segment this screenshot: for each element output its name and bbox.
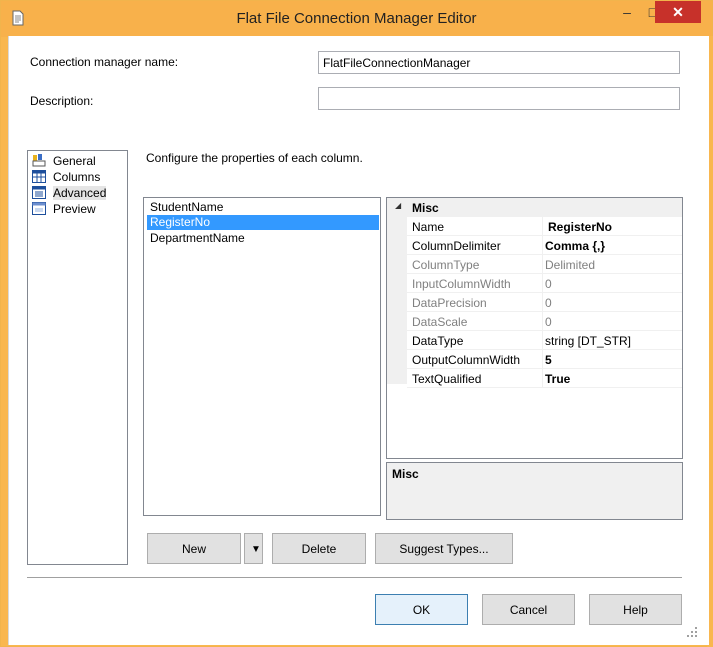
property-value[interactable]: True xyxy=(545,372,570,386)
collapse-arrow-icon[interactable]: ◢ xyxy=(395,201,401,210)
columns-icon xyxy=(32,170,46,183)
property-name: DataPrecision xyxy=(412,296,487,310)
property-value: 0 xyxy=(545,315,552,329)
property-row-column-type[interactable]: ColumnType Delimited xyxy=(407,255,682,274)
nav-item-label: Columns xyxy=(53,170,101,184)
grid-divider xyxy=(542,369,543,387)
new-dropdown-button[interactable]: ▼ xyxy=(244,533,263,564)
category-header[interactable]: ◢ Misc xyxy=(387,198,682,217)
preview-icon xyxy=(32,202,46,215)
property-row-data-precision[interactable]: DataPrecision 0 xyxy=(407,293,682,312)
property-grid: ◢ Misc Name RegisterNo ColumnDelimiter C… xyxy=(386,197,683,459)
general-icon xyxy=(32,154,46,167)
list-item[interactable]: StudentName xyxy=(147,200,379,215)
grid-divider xyxy=(542,236,543,254)
property-name: ColumnDelimiter xyxy=(412,239,501,253)
property-value: 0 xyxy=(545,296,552,310)
property-value[interactable]: Comma {,} xyxy=(545,239,605,253)
property-name: Name xyxy=(412,220,445,234)
grid-margin xyxy=(387,198,407,384)
property-name: ColumnType xyxy=(412,258,480,272)
grid-divider xyxy=(542,312,543,330)
resize-grip-icon[interactable] xyxy=(686,626,698,638)
column-list[interactable]: StudentName RegisterNo DepartmentName xyxy=(143,197,381,516)
grid-divider xyxy=(542,293,543,311)
nav-item-label: General xyxy=(53,154,96,168)
advanced-icon xyxy=(32,186,46,199)
property-row-input-column-width[interactable]: InputColumnWidth 0 xyxy=(407,274,682,293)
property-value[interactable]: string [DT_STR] xyxy=(545,334,631,348)
property-name: TextQualified xyxy=(412,372,482,386)
help-button[interactable]: Help xyxy=(589,594,682,625)
grid-divider xyxy=(542,217,543,235)
page-nav: General Columns Advanced Preview xyxy=(27,150,128,565)
property-name: OutputColumnWidth xyxy=(412,353,521,367)
suggest-types-button[interactable]: Suggest Types... xyxy=(375,533,513,564)
property-description-panel: Misc xyxy=(386,462,683,520)
cancel-button[interactable]: Cancel xyxy=(482,594,575,625)
description-label: Description: xyxy=(30,94,94,108)
property-name: InputColumnWidth xyxy=(412,277,511,291)
nav-item-label: Advanced xyxy=(53,186,107,200)
grid-divider xyxy=(542,350,543,368)
close-button[interactable]: ✕ xyxy=(655,1,701,23)
divider xyxy=(27,577,682,578)
connection-name-label: Connection manager name: xyxy=(30,55,179,69)
description-input[interactable] xyxy=(318,87,680,110)
connection-name-input[interactable] xyxy=(318,51,680,74)
property-row-data-scale[interactable]: DataScale 0 xyxy=(407,312,682,331)
window-title: Flat File Connection Manager Editor xyxy=(236,10,477,27)
property-name: DataScale xyxy=(412,315,468,329)
ok-button[interactable]: OK xyxy=(375,594,468,625)
property-value[interactable]: 5 xyxy=(545,353,552,367)
property-row-column-delimiter[interactable]: ColumnDelimiter Comma {,} xyxy=(407,236,682,255)
property-row-data-type[interactable]: DataType string [DT_STR] xyxy=(407,331,682,350)
grid-divider xyxy=(542,274,543,292)
property-value: Delimited xyxy=(545,258,596,272)
new-button[interactable]: New xyxy=(147,533,241,564)
property-row-text-qualified[interactable]: TextQualified True xyxy=(407,369,682,388)
title-bar[interactable]: Flat File Connection Manager Editor – □ … xyxy=(1,1,712,37)
nav-item-label: Preview xyxy=(53,202,96,216)
property-value[interactable]: RegisterNo xyxy=(548,220,612,234)
category-label: Misc xyxy=(412,201,439,215)
property-row-output-column-width[interactable]: OutputColumnWidth 5 xyxy=(407,350,682,369)
property-row-name[interactable]: Name RegisterNo xyxy=(407,217,682,236)
description-title: Misc xyxy=(392,467,419,481)
grid-divider xyxy=(542,255,543,273)
property-name: DataType xyxy=(412,334,464,348)
grid-divider xyxy=(542,331,543,349)
list-item[interactable]: DepartmentName xyxy=(147,231,379,246)
instruction-text: Configure the properties of each column. xyxy=(146,151,363,165)
property-value: 0 xyxy=(545,277,552,291)
list-item-selected[interactable]: RegisterNo xyxy=(147,215,379,230)
delete-button[interactable]: Delete xyxy=(272,533,366,564)
